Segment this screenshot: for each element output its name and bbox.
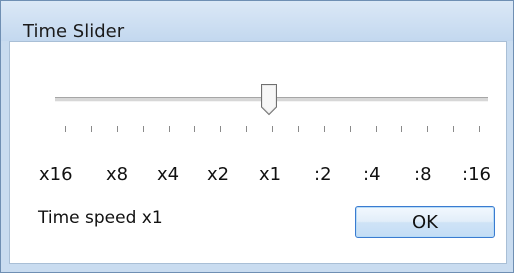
slider-tick xyxy=(376,126,377,132)
scale-label: x2 xyxy=(207,164,230,185)
window-frame-bottom xyxy=(1,264,513,272)
dialog-content: x16 x8 x4 x2 x1 :2 :4 :8 :16 Time speed … xyxy=(9,41,507,264)
time-speed-status: Time speed x1 xyxy=(38,208,163,228)
slider-tick xyxy=(350,126,351,132)
scale-label: x8 xyxy=(106,164,129,185)
slider-tick xyxy=(143,126,144,132)
slider-tick xyxy=(324,126,325,132)
ok-button[interactable]: OK xyxy=(355,206,495,238)
scale-label: x16 xyxy=(39,164,73,185)
slider-tick xyxy=(272,126,273,132)
scale-label: :4 xyxy=(363,164,381,185)
scale-label: x4 xyxy=(157,164,180,185)
slider-tick xyxy=(246,126,247,132)
slider-tick xyxy=(298,126,299,132)
scale-label: x1 xyxy=(259,164,282,185)
window-title: Time Slider xyxy=(23,21,125,42)
slider-tick xyxy=(91,126,92,132)
slider-ticks xyxy=(65,126,480,132)
slider-thumb[interactable] xyxy=(260,83,278,116)
scale-label: :8 xyxy=(414,164,432,185)
slider-tick xyxy=(65,126,66,132)
slider-tick xyxy=(194,126,195,132)
slider-tick xyxy=(401,126,402,132)
scale-label: :2 xyxy=(314,164,332,185)
title-bar[interactable]: Time Slider xyxy=(1,1,513,42)
slider-tick xyxy=(479,126,480,132)
time-slider-dialog: Time Slider x16 x8 x4 x2 x1 :2 :4 :8 :16… xyxy=(0,0,514,273)
slider-tick xyxy=(453,126,454,132)
slider-tick xyxy=(220,126,221,132)
slider-tick xyxy=(427,126,428,132)
slider-tick xyxy=(117,126,118,132)
slider-tick xyxy=(169,126,170,132)
scale-label: :16 xyxy=(462,164,491,185)
